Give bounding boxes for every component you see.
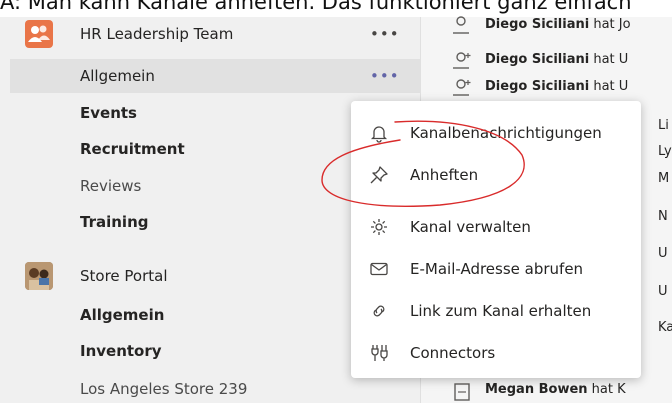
menu-label: Connectors <box>410 344 496 362</box>
channel-item[interactable]: Training <box>80 212 148 232</box>
team-hr-leadership[interactable]: HR Leadership Team ••• <box>0 17 420 51</box>
channel-item[interactable]: Events <box>80 103 137 123</box>
feed-item[interactable]: Ka <box>658 320 672 335</box>
feed-item[interactable]: Megan Bowen hat K <box>485 382 626 397</box>
channel-more-button[interactable]: ••• <box>370 61 400 91</box>
channel-item[interactable]: Recruitment <box>80 139 185 159</box>
feed-item[interactable]: Diego Siciliani hat Jo <box>485 17 631 32</box>
feed-item[interactable]: Diego Siciliani hat U <box>485 52 628 67</box>
gear-icon <box>371 219 387 235</box>
menu-item-manage-channel[interactable]: Kanal verwalten <box>351 209 641 245</box>
bell-icon <box>370 126 388 143</box>
channel-item[interactable]: Inventory <box>80 341 162 361</box>
menu-item-pin[interactable]: Anheften <box>351 157 641 193</box>
menu-label: E-Mail-Adresse abrufen <box>410 260 584 278</box>
pin-icon <box>370 166 388 184</box>
menu-label: Anheften <box>410 166 479 184</box>
feed-item[interactable]: U <box>658 246 668 261</box>
feed-item[interactable]: Li <box>658 118 669 133</box>
menu-item-get-link[interactable]: Link zum Kanal erhalten <box>351 293 641 329</box>
channel-item[interactable]: Allgemein <box>80 66 155 86</box>
team-photo-icon <box>25 262 53 290</box>
link-icon <box>373 305 385 317</box>
team-avatar <box>25 262 53 290</box>
connectors-icon <box>371 345 388 361</box>
menu-item-get-email[interactable]: E-Mail-Adresse abrufen <box>351 251 641 287</box>
team-avatar <box>25 20 53 48</box>
mail-icon <box>370 262 388 276</box>
feed-item[interactable]: N <box>658 209 668 224</box>
channel-allgemein-selected[interactable] <box>10 59 420 93</box>
feed-item[interactable]: M <box>658 171 669 186</box>
team-more-button[interactable]: ••• <box>370 19 400 49</box>
feed-item[interactable]: Ly <box>658 144 672 159</box>
menu-item-connectors[interactable]: Connectors <box>351 335 641 371</box>
team-name: HR Leadership Team <box>80 25 234 43</box>
people-icon <box>28 25 50 42</box>
menu-item-notifications[interactable]: Kanalbenachrichtigungen <box>351 115 641 151</box>
document-icon <box>454 383 470 401</box>
menu-label: Link zum Kanal erhalten <box>410 302 592 320</box>
person-add-icon <box>453 79 471 96</box>
menu-label: Kanal verwalten <box>410 218 531 236</box>
channel-context-menu: Kanalbenachrichtigungen Anheften Kanal v… <box>351 101 641 378</box>
channel-item[interactable]: Reviews <box>80 176 141 196</box>
channel-item[interactable]: Allgemein <box>80 305 164 325</box>
person-add-icon <box>453 16 469 34</box>
channel-item[interactable]: Los Angeles Store 239 <box>80 379 247 399</box>
feed-item[interactable]: Diego Siciliani hat U <box>485 79 628 94</box>
menu-label: Kanalbenachrichtigungen <box>410 124 602 142</box>
team-name: Store Portal <box>80 267 168 285</box>
feed-item[interactable]: U <box>658 284 668 299</box>
instruction-caption: A: Man kann Kanäle anheften. Das funktio… <box>0 0 672 17</box>
person-add-icon <box>453 52 471 69</box>
